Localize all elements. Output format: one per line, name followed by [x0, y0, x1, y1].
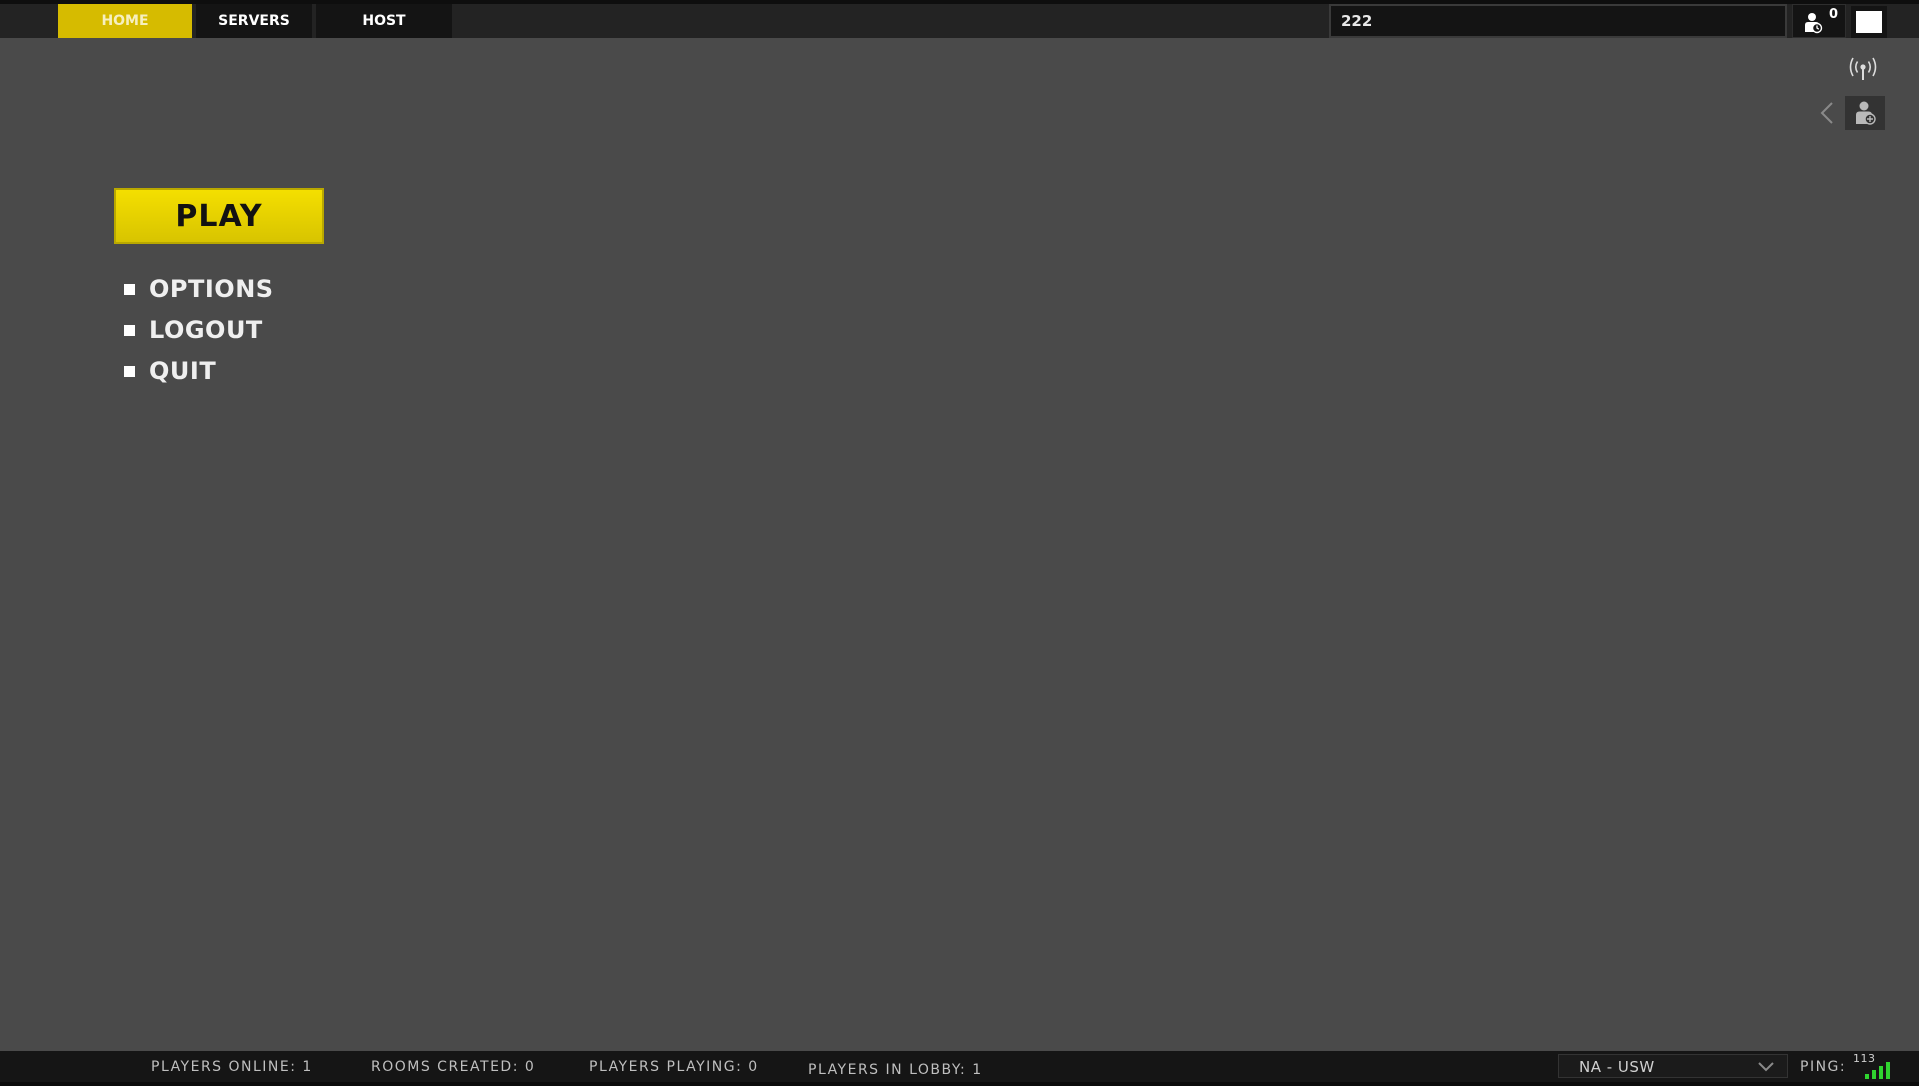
menu-item-label: QUIT	[149, 357, 217, 385]
menu-item-label: LOGOUT	[149, 316, 263, 344]
profile-avatar	[1856, 11, 1882, 33]
add-friend-button[interactable]	[1845, 96, 1885, 130]
signal-bar	[1865, 1074, 1869, 1079]
menu-item-quit[interactable]: QUIT	[124, 353, 274, 389]
signal-icon	[1865, 1062, 1890, 1079]
signal-bar	[1879, 1066, 1883, 1079]
search-input[interactable]	[1329, 4, 1787, 38]
region-select[interactable]: NA - USW	[1558, 1054, 1788, 1078]
menu-item-label: OPTIONS	[149, 275, 274, 303]
ping-label: PING:	[1800, 1059, 1847, 1075]
friends-button[interactable]: 0	[1792, 4, 1846, 38]
menu-bullet	[124, 324, 135, 336]
tab-servers[interactable]: SERVERS	[196, 4, 312, 38]
profile-button[interactable]	[1851, 6, 1887, 38]
menu-item-logout[interactable]: LOGOUT	[124, 312, 274, 348]
signal-bar	[1886, 1062, 1890, 1079]
add-friend-icon	[1856, 101, 1876, 125]
top-nav-bar: HOME SERVERS HOST 0	[0, 0, 1919, 38]
menu-bullet	[124, 365, 135, 377]
status-bar: PLAYERS ONLINE: 1 ROOMS CREATED: 0 PLAYE…	[0, 1051, 1919, 1086]
menu-item-options[interactable]: OPTIONS	[124, 271, 274, 307]
friends-icon	[1805, 13, 1823, 34]
tab-host[interactable]: HOST	[316, 4, 452, 38]
players-online-stat: PLAYERS ONLINE: 1	[151, 1059, 313, 1075]
tab-home[interactable]: HOME	[58, 4, 192, 38]
menu-bullet	[124, 283, 135, 295]
chevron-down-icon	[1758, 1062, 1774, 1072]
signal-bar	[1872, 1070, 1876, 1079]
antenna-icon[interactable]	[1845, 56, 1881, 82]
rooms-created-stat: ROOMS CREATED: 0	[371, 1059, 536, 1075]
players-playing-stat: PLAYERS PLAYING: 0	[589, 1059, 759, 1075]
main-menu: OPTIONS LOGOUT QUIT	[124, 271, 274, 394]
play-button[interactable]: PLAY	[114, 188, 324, 244]
app-root: HOME SERVERS HOST 0	[0, 0, 1919, 1086]
friends-count: 0	[1829, 7, 1839, 22]
chevron-left-icon[interactable]	[1819, 101, 1835, 125]
region-value: NA - USW	[1579, 1058, 1655, 1076]
players-in-lobby-stat: PLAYERS IN LOBBY: 1	[808, 1062, 983, 1078]
